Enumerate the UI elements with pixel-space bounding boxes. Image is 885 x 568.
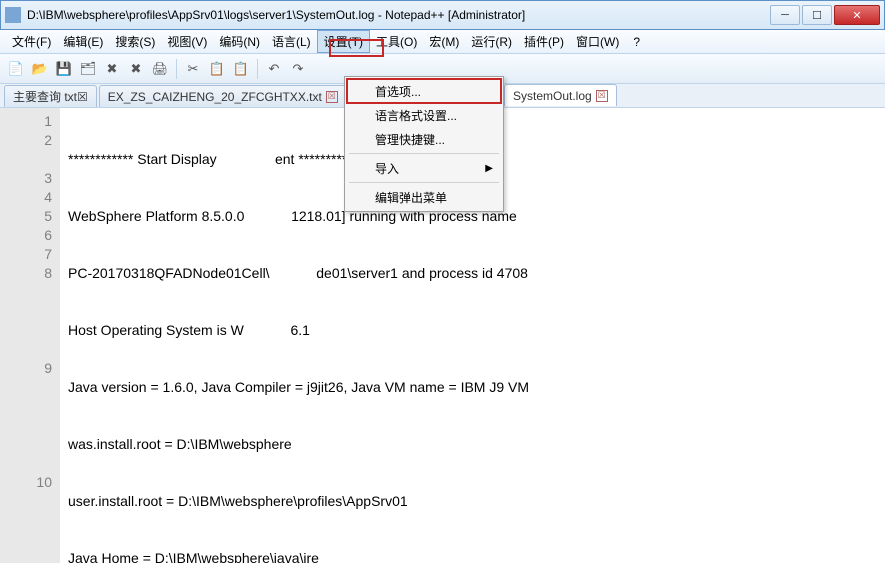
menu-settings[interactable]: 设置(T)	[317, 30, 370, 53]
close-all-icon[interactable]: ✖	[126, 59, 146, 79]
menu-search[interactable]: 搜索(S)	[109, 30, 161, 53]
titlebar: D:\IBM\websphere\profiles\AppSrv01\logs\…	[0, 0, 885, 30]
tab-3[interactable]: SystemOut.log ☒	[504, 84, 617, 106]
tab-close-icon[interactable]: ☒	[596, 90, 608, 102]
menu-preferences[interactable]: 首选项...	[347, 79, 501, 103]
menu-tools[interactable]: 工具(O)	[370, 30, 423, 53]
menu-language[interactable]: 语言(L)	[266, 30, 317, 53]
tab-label: SystemOut.log	[513, 89, 592, 103]
menu-run[interactable]: 运行(R)	[465, 30, 518, 53]
maximize-button[interactable]: ☐	[802, 5, 832, 25]
tab-label: 主要查询 txt☒	[13, 88, 88, 105]
tab-label: EX_ZS_CAIZHENG_20_ZFCGHTXX.txt	[108, 90, 322, 104]
menu-edit[interactable]: 编辑(E)	[57, 30, 109, 53]
submenu-arrow-icon: ▶	[485, 163, 493, 174]
save-all-icon[interactable]: 🗂	[78, 59, 98, 79]
print-icon[interactable]: 🖨	[150, 59, 170, 79]
copy-icon[interactable]: 📋	[207, 59, 227, 79]
tab-close-icon[interactable]: ☒	[326, 91, 338, 103]
cut-icon[interactable]: ✂	[183, 59, 203, 79]
line-number-gutter: 12345678910	[0, 108, 60, 563]
menu-macro[interactable]: 宏(M)	[423, 30, 465, 53]
menubar: 文件(F) 编辑(E) 搜索(S) 视图(V) 编码(N) 语言(L) 设置(T…	[0, 30, 885, 54]
settings-dropdown: 首选项... 语言格式设置... 管理快捷键... 导入▶ 编辑弹出菜单	[344, 76, 504, 212]
open-file-icon[interactable]: 📂	[30, 59, 50, 79]
menu-separator	[349, 182, 499, 183]
tab-1[interactable]: 主要查询 txt☒	[4, 85, 97, 107]
undo-icon[interactable]: ↶	[264, 59, 284, 79]
window-title: D:\IBM\websphere\profiles\AppSrv01\logs\…	[27, 8, 770, 22]
new-file-icon[interactable]: 📄	[6, 59, 26, 79]
close-icon[interactable]: ✖	[102, 59, 122, 79]
toolbar-separator	[176, 59, 177, 79]
menu-file[interactable]: 文件(F)	[6, 30, 57, 53]
menu-plugins[interactable]: 插件(P)	[518, 30, 570, 53]
app-icon	[5, 7, 21, 23]
menu-view[interactable]: 视图(V)	[161, 30, 213, 53]
menu-separator	[349, 153, 499, 154]
paste-icon[interactable]: 📋	[231, 59, 251, 79]
menu-encoding[interactable]: 编码(N)	[213, 30, 266, 53]
menu-window[interactable]: 窗口(W)	[570, 30, 625, 53]
save-icon[interactable]: 💾	[54, 59, 74, 79]
menu-edit-popup[interactable]: 编辑弹出菜单	[347, 185, 501, 209]
menu-import[interactable]: 导入▶	[347, 156, 501, 180]
minimize-button[interactable]: ─	[770, 5, 800, 25]
menu-shortcut-mapper[interactable]: 管理快捷键...	[347, 127, 501, 151]
toolbar-separator	[257, 59, 258, 79]
menu-style-config[interactable]: 语言格式设置...	[347, 103, 501, 127]
menu-help[interactable]: ?	[625, 30, 648, 53]
tab-2[interactable]: EX_ZS_CAIZHENG_20_ZFCGHTXX.txt ☒	[99, 85, 347, 107]
redo-icon[interactable]: ↷	[288, 59, 308, 79]
close-button[interactable]: ✕	[834, 5, 880, 25]
